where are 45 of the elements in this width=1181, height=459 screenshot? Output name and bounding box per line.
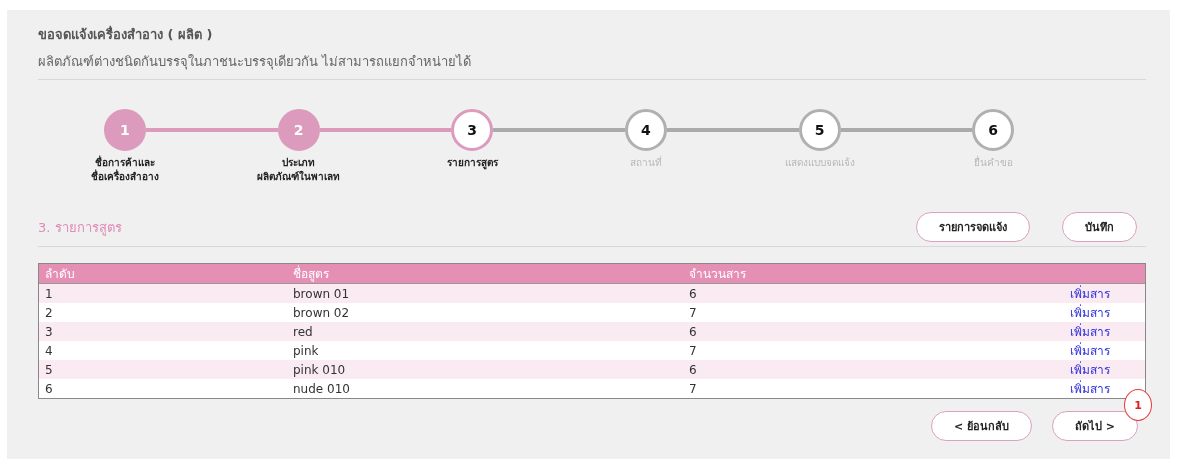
table-cell-text: 6 — [689, 362, 698, 377]
step-label: ประเภท ผลิตภัณฑ์ในพาเลท — [257, 156, 340, 184]
table-cell-text: 7 — [689, 343, 698, 358]
table-cell-text: 1 — [44, 286, 54, 301]
page-title: ขอจดแจ้งเครื่องสำอาง ( ผลิต ) — [38, 24, 214, 44]
table-cell-text: 4 — [44, 343, 54, 358]
back-button[interactable]: < ย้อนกลับ — [930, 411, 1032, 441]
callout-badge: 1 — [1124, 389, 1152, 421]
next-button[interactable]: ถัดไป > — [1051, 411, 1138, 441]
table-cell-text: 6 — [689, 286, 698, 301]
column-header: ลำดับ — [44, 266, 76, 283]
table-cell-text: 3 — [44, 324, 54, 339]
table-cell-text: 2 — [44, 305, 54, 320]
table-cell-text: pink 010 — [293, 362, 347, 377]
step-label: ชื่อการค้าและ ชื่อเครื่องสำอาง — [90, 156, 159, 184]
action-button[interactable]: รายการจดแจ้ง — [916, 212, 1030, 242]
add-substance-link[interactable]: เพิ่มสาร — [1070, 287, 1110, 301]
step-circle: 2 — [277, 109, 320, 151]
add-substance-link[interactable]: เพิ่มสาร — [1070, 363, 1110, 377]
step-label: รายการสูตร — [446, 156, 498, 170]
table-cell-text: brown 01 — [293, 286, 351, 301]
page-subtitle: ผลิตภัณฑ์ต่างชนิดกันบรรจุในภาชนะบรรจุเดียวกัน ไม่สามารถแยกจำหน่ายได้ — [38, 53, 473, 72]
step-circle: 4 — [624, 109, 667, 151]
add-substance-link[interactable]: เพิ่มสาร — [1070, 382, 1110, 396]
step-circle: 6 — [972, 109, 1015, 151]
table-cell-text: nude 010 — [293, 381, 351, 396]
add-substance-link[interactable]: เพิ่มสาร — [1070, 344, 1110, 358]
table-cell-text: 6 — [689, 324, 698, 339]
add-substance-link[interactable]: เพิ่มสาร — [1070, 306, 1110, 320]
table-cell-text: pink — [293, 343, 320, 358]
table-cell-text: 7 — [689, 381, 698, 396]
table-cell-text: red — [293, 324, 314, 339]
table-cell-text: 5 — [44, 362, 54, 377]
action-button[interactable]: บันทึก — [1062, 212, 1137, 242]
step-label: ยื่นคำขอ — [973, 156, 1013, 170]
column-header: ชื่อสูตร — [293, 264, 330, 283]
table-cell-text: 6 — [44, 381, 54, 396]
add-substance-link[interactable]: เพิ่มสาร — [1070, 325, 1110, 339]
step-circle: 1 — [103, 109, 146, 151]
column-header: จำนวนสาร — [689, 266, 747, 283]
table-cell-text: brown 02 — [293, 305, 351, 320]
step-circle: 5 — [798, 109, 841, 151]
step-circle: 3 — [451, 109, 494, 151]
section-title: 3. รายการสูตร — [38, 218, 122, 238]
table-cell-text: 7 — [689, 305, 698, 320]
